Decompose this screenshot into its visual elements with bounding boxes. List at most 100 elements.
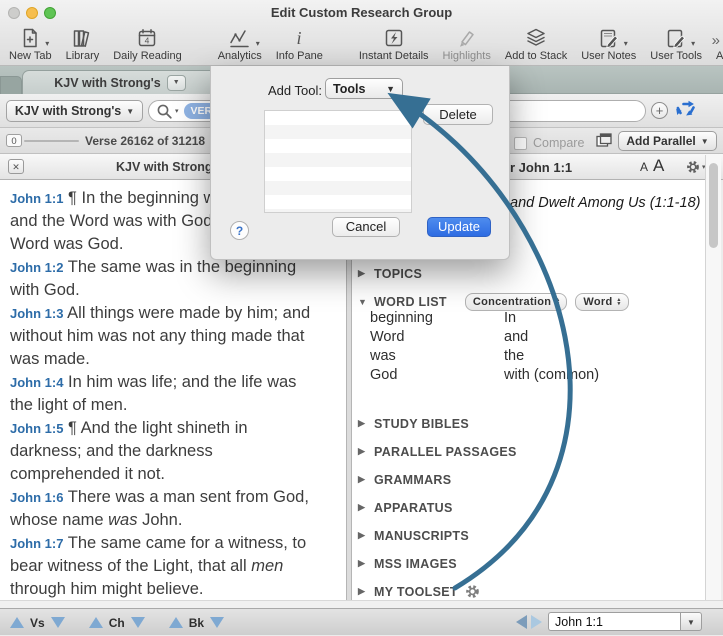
nav-label-bk: Bk — [189, 616, 204, 630]
vs-next-icon[interactable] — [51, 617, 65, 628]
verse: John 1:5 ¶ And the light shineth indarkn… — [10, 417, 342, 486]
tab-kjv-with-strongs[interactable]: KJV with Strong's ▼ — [22, 70, 218, 94]
section-manuscripts[interactable]: ▶MANUSCRIPTS — [352, 528, 706, 543]
toolbar-item-library[interactable]: Library — [59, 25, 107, 62]
disclosure-triangle-icon[interactable]: ▶ — [358, 268, 367, 279]
verse-reference[interactable]: John 1:3 — [10, 306, 63, 321]
toolbar-item-highlights[interactable]: Highlights — [436, 25, 498, 62]
section-label: MSS IMAGES — [374, 557, 457, 571]
chevron-down-icon: ▼ — [126, 107, 134, 116]
right-scrollbar-thumb[interactable] — [709, 163, 718, 248]
highlighter-icon — [456, 25, 478, 49]
update-button[interactable]: Update — [427, 217, 491, 237]
pane-overlay-icon[interactable] — [596, 133, 613, 153]
bk-previous-icon[interactable] — [169, 617, 183, 628]
disclosure-triangle-icon[interactable]: ▶ — [358, 446, 367, 457]
svg-text:4: 4 — [145, 36, 150, 46]
verse-slider-value: 0 — [6, 134, 22, 147]
verse-slider[interactable] — [24, 140, 79, 142]
my-toolset-gear-icon[interactable] — [465, 584, 480, 599]
ch-previous-icon[interactable] — [89, 617, 103, 628]
add-tool-popup[interactable]: Tools ▼ — [325, 78, 403, 99]
reference-input[interactable]: John 1:1 — [548, 612, 680, 631]
add-parallel-label: Add Parallel — [626, 134, 695, 148]
verse-reference[interactable]: John 1:6 — [10, 490, 63, 505]
word-list-popup-word[interactable]: Word▴▾ — [575, 293, 628, 311]
section-label: WORD LIST — [374, 295, 447, 309]
toolbar-item-label: Library — [66, 50, 100, 62]
disclosure-triangle-icon[interactable]: ▶ — [358, 586, 367, 597]
section-grammars[interactable]: ▶GRAMMARS — [352, 472, 706, 487]
chevron-down-icon: ▼ — [386, 84, 395, 94]
disclosure-triangle-icon[interactable]: ▶ — [358, 558, 367, 569]
module-dropdown-label: KJV with Strong's — [15, 104, 121, 118]
vs-previous-icon[interactable] — [10, 617, 24, 628]
help-button[interactable]: ? — [230, 221, 249, 240]
increase-font-button[interactable]: A — [653, 156, 664, 176]
section-topics[interactable]: ▶ TOPICS — [352, 266, 706, 281]
word-list-row: Godwith (common) — [352, 366, 706, 385]
tab-menu-button[interactable]: ▼ — [167, 75, 186, 91]
verse-reference[interactable]: John 1:5 — [10, 421, 63, 436]
history-back-icon[interactable] — [516, 615, 527, 629]
word-cell: the — [504, 347, 524, 366]
word-cell: God — [370, 367, 397, 383]
calendar-icon: 4 — [136, 25, 158, 49]
reference-dropdown-button[interactable]: ▼ — [680, 612, 702, 631]
toolbar-item-add-to-stack[interactable]: Add to Stack — [498, 25, 574, 62]
edit-custom-research-group-dialog: Add Tool: Tools ▼ Delete ? Cancel Update — [210, 66, 510, 260]
module-dropdown-button[interactable]: KJV with Strong's ▼ — [6, 100, 143, 122]
pane-settings-gear-icon[interactable]: ▾ — [686, 160, 706, 174]
toolbar-item-info-pane[interactable]: iInfo Pane — [269, 25, 330, 62]
disclosure-triangle-icon[interactable]: ▼ — [358, 297, 367, 307]
tab-label: KJV with Strong's — [54, 76, 160, 90]
toolbar-item-new-tab[interactable]: ▾New Tab — [2, 25, 59, 62]
add-parallel-button[interactable]: Add Parallel ▼ — [618, 131, 717, 151]
svg-text:i: i — [297, 28, 302, 48]
window-chrome: Edit Custom Research Group ▾New Tab Libra… — [0, 0, 723, 66]
search-icon[interactable]: ▾ — [156, 103, 179, 120]
analytics-icon: ▾ — [228, 25, 252, 49]
toolbar-item-user-notes[interactable]: ▾User Notes — [574, 25, 643, 62]
verse-reference[interactable]: John 1:2 — [10, 260, 63, 275]
compare-checkbox[interactable] — [514, 137, 527, 150]
window-title: Edit Custom Research Group — [0, 5, 723, 20]
section-mss-images[interactable]: ▶ MSS IMAGES — [352, 556, 706, 571]
verse-reference[interactable]: John 1:4 — [10, 375, 63, 390]
section-label: PARALLEL PASSAGES — [374, 445, 517, 459]
section-label: TOPICS — [374, 267, 422, 281]
toolbar-overflow-chevron-icon[interactable]: » — [712, 32, 718, 49]
section-study-bibles[interactable]: ▶STUDY BIBLES — [352, 416, 706, 431]
toolbar-item-label: Highlights — [443, 50, 491, 62]
lightning-square-icon — [383, 25, 405, 49]
history-forward-icon[interactable] — [531, 615, 542, 629]
cancel-button[interactable]: Cancel — [332, 217, 400, 237]
disclosure-triangle-icon[interactable]: ▶ — [358, 418, 367, 429]
disclosure-triangle-icon[interactable]: ▶ — [358, 502, 367, 513]
section-my-toolset[interactable]: ▶MY TOOLSET — [352, 584, 706, 599]
section-apparatus[interactable]: ▶APPARATUS — [352, 500, 706, 515]
titlebar: Edit Custom Research Group — [0, 0, 723, 24]
decrease-font-button[interactable]: A — [640, 160, 648, 174]
disclosure-triangle-icon[interactable]: ▶ — [358, 530, 367, 541]
toolbar-item-instant-details[interactable]: Instant Details — [352, 25, 436, 62]
toolbar-item-analytics[interactable]: ▾Analytics — [211, 25, 269, 62]
toolbar-item-label: Amplify — [716, 50, 723, 62]
toolbar-item-daily-reading[interactable]: 4Daily Reading — [106, 25, 188, 62]
delete-button[interactable]: Delete — [423, 104, 493, 125]
verse-reference[interactable]: John 1:7 — [10, 536, 63, 551]
right-scrollbar[interactable] — [705, 155, 721, 600]
disclosure-triangle-icon[interactable]: ▶ — [358, 474, 367, 485]
bk-next-icon[interactable] — [210, 617, 224, 628]
ch-next-icon[interactable] — [131, 617, 145, 628]
add-search-criteria-button[interactable]: + — [651, 102, 668, 119]
amplify-triangle-icon[interactable] — [675, 100, 699, 127]
tool-listbox[interactable] — [264, 110, 412, 213]
word-list-popup-concentration[interactable]: Concentration▴▾ — [465, 293, 568, 311]
section-word-list[interactable]: ▼ WORD LIST Concentration▴▾ Word▴▾ — [352, 294, 706, 309]
verse-reference[interactable]: John 1:1 — [10, 191, 63, 206]
toolbar-item-user-tools[interactable]: ▾User Tools — [643, 25, 709, 62]
section-parallel-passages[interactable]: ▶ PARALLEL PASSAGES — [352, 444, 706, 459]
word-list-row: wasthe — [352, 347, 706, 366]
verse: John 1:6 There was a man sent from God,w… — [10, 486, 342, 532]
